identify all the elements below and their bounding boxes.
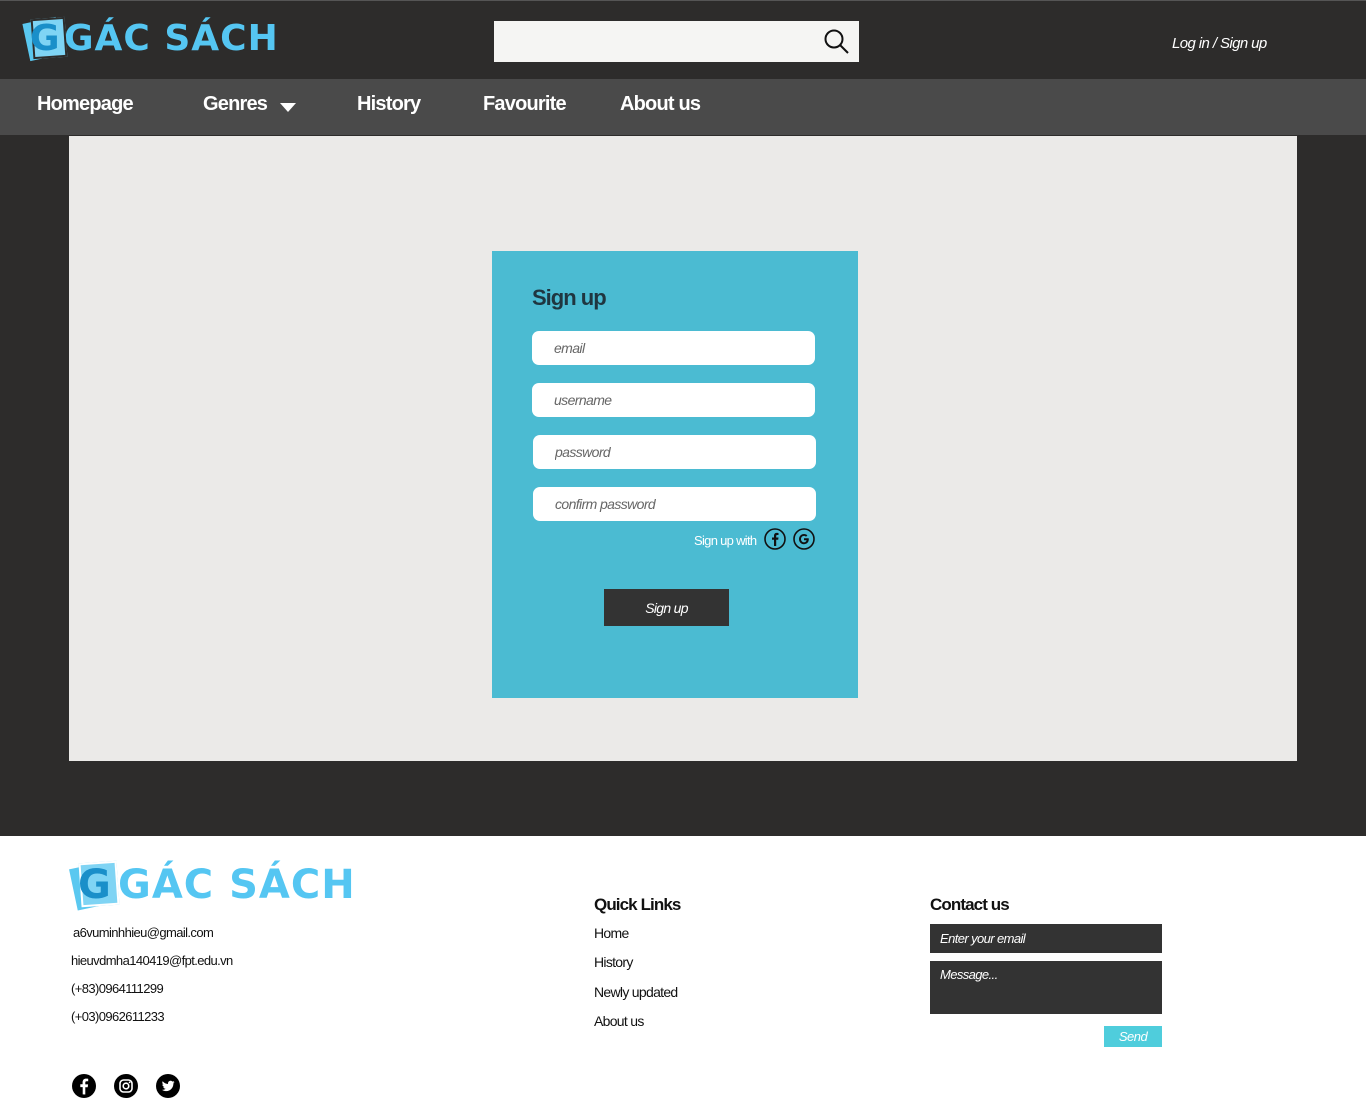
send-button[interactable]: Send [1104,1026,1162,1047]
username-field[interactable] [532,383,815,417]
contact-phone-2: (+03)0962611233 [71,1009,165,1024]
twitter-icon[interactable] [155,1073,181,1099]
search-input[interactable] [494,21,816,62]
footer-link-newly-updated[interactable]: Newly updated [594,984,678,1000]
signup-button[interactable]: Sign up [604,589,729,626]
logo-book-icon: G [22,16,68,62]
main-nav: Homepage Genres History Favourite About … [0,79,1366,135]
signup-panel: Sign up Sign up with Sign up [492,251,858,698]
contact-us-title: Contact us [930,895,1010,914]
signup-title: Sign up [532,285,607,310]
logo-letter: G [30,18,60,59]
nav-homepage[interactable]: Homepage [37,93,134,116]
footer-link-history[interactable]: History [594,954,633,970]
nav-about-us[interactable]: About us [620,93,701,116]
facebook-icon[interactable] [764,528,786,550]
logo-book-icon: G [69,860,122,911]
search-box [494,21,859,62]
logo-text: GÁC SÁCH [64,17,279,59]
nav-genres[interactable]: Genres [203,93,268,116]
quick-links-title: Quick Links [594,895,681,914]
footer-link-about-us[interactable]: About us [594,1013,644,1029]
footer-logo[interactable]: G GÁC SÁCH [69,860,356,911]
email-field[interactable] [532,331,815,365]
contact-email-input[interactable] [930,924,1162,953]
logo-letter: G [78,862,111,908]
facebook-icon[interactable] [71,1073,97,1099]
footer: G GÁC SÁCH a6vuminhhieu@gmail.com hieuvd… [0,836,1366,1108]
instagram-icon[interactable] [113,1073,139,1099]
top-bar: G GÁC SÁCH Log in / Sign up [0,0,1366,79]
chevron-down-icon[interactable] [280,103,296,112]
site-logo[interactable]: G GÁC SÁCH [22,16,279,62]
footer-logo-text: GÁC SÁCH [118,862,356,908]
login-signup-link[interactable]: Log in / Sign up [1172,35,1267,52]
footer-link-home[interactable]: Home [594,925,629,941]
search-icon[interactable] [823,28,849,54]
confirm-password-field[interactable] [533,487,816,521]
signup-with-label: Sign up with [694,533,757,548]
nav-favourite[interactable]: Favourite [483,93,567,116]
google-icon[interactable] [793,528,815,550]
contact-email-2[interactable]: hieuvdmha140419@fpt.edu.vn [71,953,233,968]
contact-phone-1: (+83)0964111299 [71,981,164,996]
password-field[interactable] [533,435,816,469]
nav-history[interactable]: History [357,93,421,116]
contact-email-1[interactable]: a6vuminhhieu@gmail.com [73,925,214,940]
contact-message-input[interactable] [930,961,1162,1014]
